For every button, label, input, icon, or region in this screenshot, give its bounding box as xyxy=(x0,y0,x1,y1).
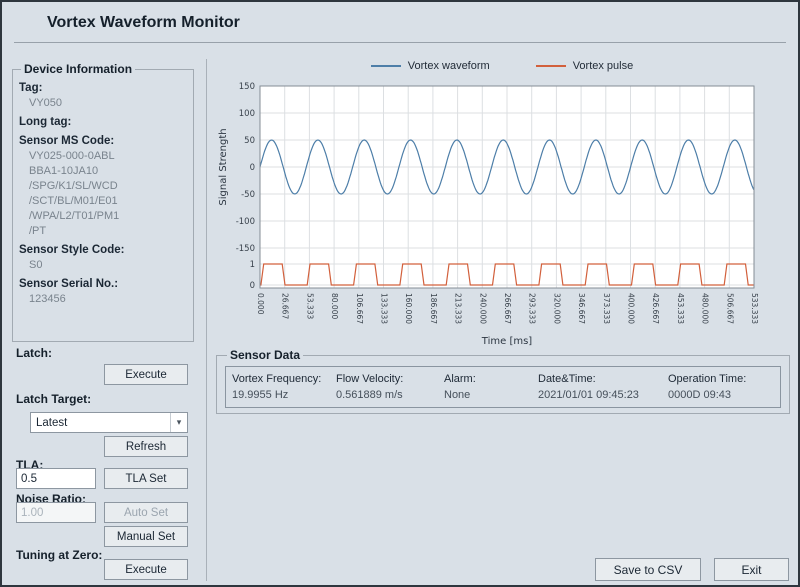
manual-set-button[interactable]: Manual Set xyxy=(104,526,188,547)
svg-text:-150: -150 xyxy=(236,244,255,254)
latch-target-select[interactable]: Latest ▾ xyxy=(30,412,188,433)
svg-text:533.333: 533.333 xyxy=(750,293,759,324)
svg-text:400.000: 400.000 xyxy=(627,293,636,324)
chart-legend: Vortex waveform Vortex pulse xyxy=(214,60,790,72)
device-field-value: /SPG/K1/SL/WCD xyxy=(19,179,187,194)
device-field-label: Tag: xyxy=(19,80,187,96)
svg-text:480.000: 480.000 xyxy=(701,293,710,324)
svg-text:53.333: 53.333 xyxy=(305,293,314,319)
legend-label-pulse: Vortex pulse xyxy=(573,60,634,72)
latch-target-label: Latch Target: xyxy=(16,392,91,406)
svg-text:Time [ms]: Time [ms] xyxy=(481,336,533,347)
chevron-down-icon: ▾ xyxy=(170,413,187,432)
svg-text:293.333: 293.333 xyxy=(528,293,537,324)
svg-text:106.667: 106.667 xyxy=(355,293,364,324)
device-field-value: VY025-000-0ABL xyxy=(19,149,187,164)
sensor-column-value: 19.9955 Hz xyxy=(232,387,330,404)
svg-text:186.667: 186.667 xyxy=(429,293,438,324)
sensor-data-column: Operation Time:0000D 09:43 xyxy=(668,371,752,407)
device-field-value: /WPA/L2/T01/PM1 xyxy=(19,209,187,224)
sensor-column-value: 0000D 09:43 xyxy=(668,387,746,404)
svg-text:320.000: 320.000 xyxy=(552,293,561,324)
device-field-label: Sensor MS Code: xyxy=(19,133,187,149)
waveform-chart: 0.000 26.667 53.333 80.000 106.667 133.333 160… xyxy=(214,76,790,350)
page-title: Vortex Waveform Monitor xyxy=(47,14,240,32)
save-to-csv-button[interactable]: Save to CSV xyxy=(595,558,701,581)
legend-label-waveform: Vortex waveform xyxy=(408,60,490,72)
refresh-button[interactable]: Refresh xyxy=(104,436,188,457)
svg-text:240.000: 240.000 xyxy=(478,293,487,324)
tuning-at-zero-label: Tuning at Zero: xyxy=(16,548,102,562)
sensor-data-column: Flow Velocity:0.561889 m/s xyxy=(336,371,444,407)
sensor-column-header: Operation Time: xyxy=(668,371,746,387)
legend-item-waveform: Vortex waveform xyxy=(371,60,490,72)
device-field-value: /PT xyxy=(19,224,187,239)
device-information-fields: Tag:VY050 Long tag: Sensor MS Code:VY025-0… xyxy=(19,80,187,307)
sensor-data-column: Vortex Frequency:19.9955 Hz xyxy=(232,371,336,407)
svg-text:426.667: 426.667 xyxy=(651,293,660,324)
sensor-data-table: Vortex Frequency:19.9955 HzFlow Velocity… xyxy=(225,366,781,408)
tla-set-button[interactable]: TLA Set xyxy=(104,468,188,489)
svg-text:80.000: 80.000 xyxy=(330,293,339,319)
sensor-data-column: Date&Time:2021/01/01 09:45:23 xyxy=(538,371,668,407)
device-field-label: Long tag: xyxy=(19,114,187,130)
svg-text:133.333: 133.333 xyxy=(380,293,389,324)
svg-text:373.333: 373.333 xyxy=(602,293,611,324)
waveform-line-swatch-icon xyxy=(371,65,401,67)
chart-area: Vortex waveform Vortex pulse 0.000 26.667… xyxy=(214,58,794,350)
svg-text:0: 0 xyxy=(250,281,255,291)
tla-input[interactable] xyxy=(16,468,96,489)
exit-button[interactable]: Exit xyxy=(714,558,789,581)
sensor-column-value: 2021/01/01 09:45:23 xyxy=(538,387,662,404)
svg-text:346.667: 346.667 xyxy=(577,293,586,324)
svg-text:1: 1 xyxy=(250,260,255,270)
sensor-column-value: None xyxy=(444,387,532,404)
sensor-data-column: Alarm:None xyxy=(444,371,538,407)
svg-text:100: 100 xyxy=(239,109,255,119)
svg-text:453.333: 453.333 xyxy=(676,293,685,324)
device-field-label: Sensor Style Code: xyxy=(19,242,187,258)
device-field-label: Sensor Serial No.: xyxy=(19,276,187,292)
latch-label: Latch: xyxy=(16,346,52,360)
svg-text:Signal Strength: Signal Strength xyxy=(218,128,229,205)
device-field-value: S0 xyxy=(19,258,187,273)
svg-text:213.333: 213.333 xyxy=(454,293,463,324)
sensor-data-title: Sensor Data xyxy=(227,348,303,362)
sensor-column-header: Flow Velocity: xyxy=(336,371,438,387)
sensor-column-header: Vortex Frequency: xyxy=(232,371,330,387)
svg-text:266.667: 266.667 xyxy=(503,293,512,324)
sensor-column-header: Alarm: xyxy=(444,371,532,387)
device-field-value: VY050 xyxy=(19,96,187,111)
legend-item-pulse: Vortex pulse xyxy=(536,60,634,72)
device-field-value: BBA1-10JA10 xyxy=(19,164,187,179)
latch-target-value: Latest xyxy=(31,417,170,429)
svg-text:-100: -100 xyxy=(236,217,255,227)
device-field-value: 123456 xyxy=(19,292,187,307)
svg-text:0: 0 xyxy=(250,163,255,173)
device-information-title: Device Information xyxy=(21,62,135,76)
svg-text:50: 50 xyxy=(244,136,255,146)
device-information-group: Device Information Tag:VY050 Long tag: Sen… xyxy=(12,62,194,342)
svg-text:150: 150 xyxy=(239,82,255,92)
panel-divider xyxy=(206,59,207,581)
tuning-execute-button[interactable]: Execute xyxy=(104,559,188,580)
pulse-line-swatch-icon xyxy=(536,65,566,67)
svg-text:506.667: 506.667 xyxy=(725,293,734,324)
svg-text:26.667: 26.667 xyxy=(281,293,290,319)
sensor-column-value: 0.561889 m/s xyxy=(336,387,438,404)
noise-ratio-input[interactable] xyxy=(16,502,96,523)
auto-set-button[interactable]: Auto Set xyxy=(104,502,188,523)
vortex-waveform-monitor-window: Vortex Waveform Monitor Device Informati… xyxy=(0,0,800,587)
svg-text:0.000: 0.000 xyxy=(256,293,265,315)
sensor-data-group: Sensor Data Vortex Frequency:19.9955 HzF… xyxy=(216,348,790,414)
device-field-value: /SCT/BL/M01/E01 xyxy=(19,194,187,209)
sensor-column-header: Date&Time: xyxy=(538,371,662,387)
svg-text:-50: -50 xyxy=(241,190,255,200)
svg-text:160.000: 160.000 xyxy=(404,293,413,324)
latch-execute-button[interactable]: Execute xyxy=(104,364,188,385)
title-divider xyxy=(14,42,786,43)
